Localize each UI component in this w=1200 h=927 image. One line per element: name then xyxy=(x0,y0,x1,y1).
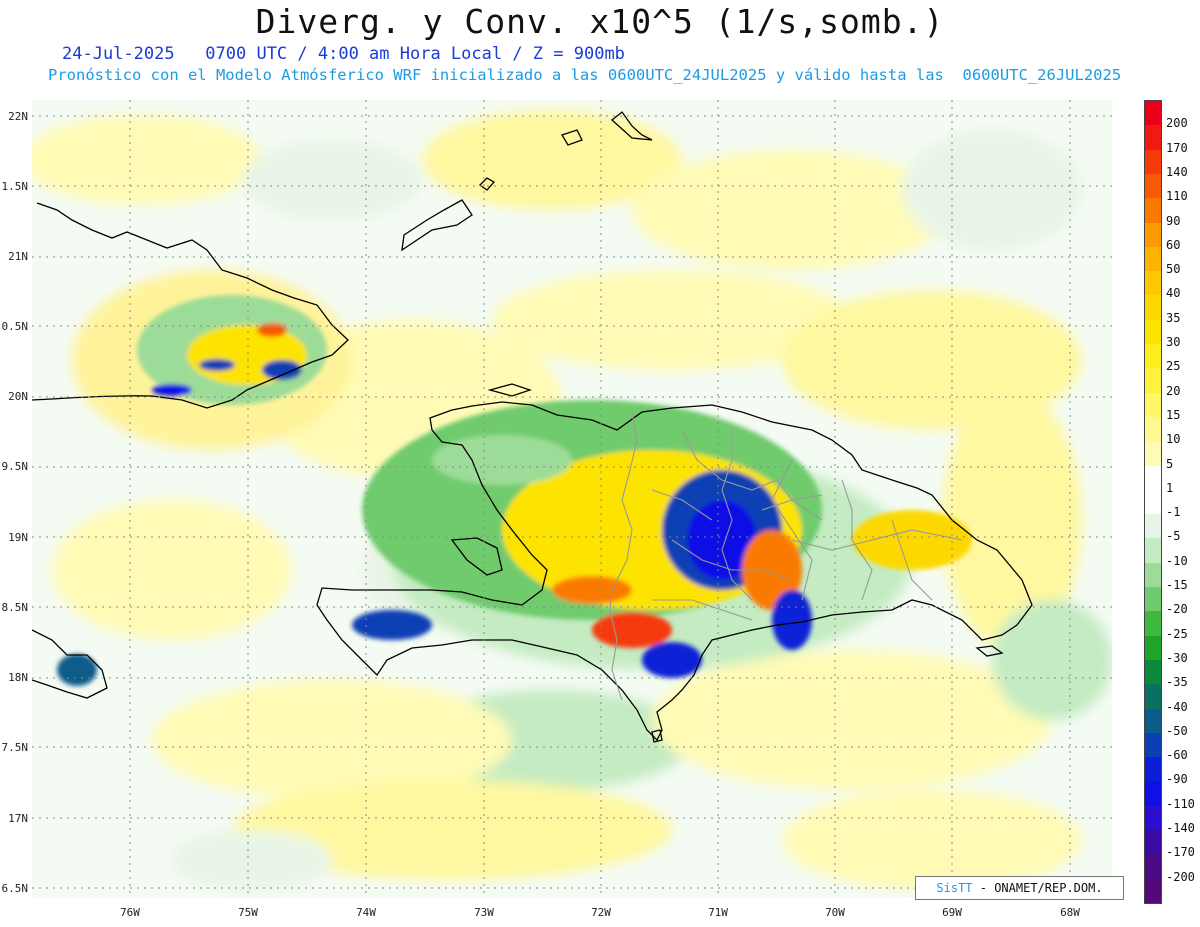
colorbar-label: 200 xyxy=(1166,116,1188,131)
colorbar-segment xyxy=(1145,538,1161,564)
lat-label: 7.5N xyxy=(1,741,29,754)
colorbar-segment xyxy=(1145,805,1161,831)
lat-label: 22N xyxy=(8,110,28,123)
credit-org: - ONAMET/REP.DOM. xyxy=(972,881,1103,895)
colorbar-label: -10 xyxy=(1166,553,1188,568)
colorbar-label: 50 xyxy=(1166,262,1181,277)
colorbar-segment xyxy=(1145,708,1161,734)
colorbar-segment xyxy=(1145,173,1161,199)
forecast-date-line: 24-Jul-2025 0700 UTC / 4:00 am Hora Loca… xyxy=(62,44,625,64)
colorbar-label: -140 xyxy=(1166,821,1195,836)
credit-box: SisTT - ONAMET/REP.DOM. xyxy=(915,876,1124,900)
colorbar-segment xyxy=(1145,101,1161,126)
colorbar-label: 25 xyxy=(1166,359,1181,374)
colorbar-label: -20 xyxy=(1166,602,1188,617)
lat-label: 9.5N xyxy=(1,460,29,473)
colorbar-segment xyxy=(1145,659,1161,685)
colorbar-label: -25 xyxy=(1166,626,1188,641)
colorbar-segment xyxy=(1145,198,1161,223)
colorbar-label: -5 xyxy=(1166,529,1181,544)
colorbar-segment xyxy=(1145,319,1161,345)
colorbar-label: 110 xyxy=(1166,189,1188,204)
colorbar-segment xyxy=(1145,441,1161,467)
colorbar-label: 40 xyxy=(1166,286,1181,301)
colorbar-label: -200 xyxy=(1166,869,1195,884)
colorbar-label: -50 xyxy=(1166,723,1188,738)
colorbar-label: -60 xyxy=(1166,748,1188,763)
lon-label: 70W xyxy=(825,906,845,919)
colorbar-segment xyxy=(1145,830,1161,855)
lon-label: 75W xyxy=(238,906,258,919)
colorbar-label: -30 xyxy=(1166,650,1188,665)
lat-label: 6.5N xyxy=(1,882,29,895)
lon-label: 68W xyxy=(1060,906,1080,919)
colorbar-segment xyxy=(1145,295,1161,321)
lat-label: 20N xyxy=(8,390,28,403)
lon-label: 76W xyxy=(120,906,140,919)
colorbar xyxy=(1144,100,1162,904)
colorbar-label: -40 xyxy=(1166,699,1188,714)
colorbar-segment xyxy=(1145,732,1161,758)
lat-label: 18N xyxy=(8,671,28,684)
colorbar-label: -110 xyxy=(1166,796,1195,811)
colorbar-segment xyxy=(1145,854,1161,880)
lat-label: 17N xyxy=(8,812,28,825)
lat-label: 1.5N xyxy=(1,180,29,193)
colorbar-label: -35 xyxy=(1166,675,1188,690)
colorbar-label: 90 xyxy=(1166,213,1181,228)
colorbar-label: 35 xyxy=(1166,310,1181,325)
colorbar-label: 5 xyxy=(1166,456,1174,471)
colorbar-segment xyxy=(1145,489,1161,515)
colorbar-segment xyxy=(1145,514,1161,539)
colorbar-label: 10 xyxy=(1166,432,1181,447)
colorbar-segment xyxy=(1145,344,1161,369)
colorbar-segment xyxy=(1145,562,1161,588)
colorbar-label: 15 xyxy=(1166,407,1181,422)
credit-brand: SisTT xyxy=(936,881,973,895)
colorbar-segment xyxy=(1145,781,1161,807)
colorbar-segment xyxy=(1145,271,1161,296)
lat-label: 21N xyxy=(8,250,28,263)
colorbar-segment xyxy=(1145,878,1161,904)
colorbar-segment xyxy=(1145,392,1161,418)
colorbar-label: -90 xyxy=(1166,772,1188,787)
lon-label: 69W xyxy=(942,906,962,919)
colorbar-label: 30 xyxy=(1166,335,1181,350)
colorbar-label: -1 xyxy=(1166,505,1181,520)
lat-label: 19N xyxy=(8,531,28,544)
colorbar-segment xyxy=(1145,587,1161,612)
map-panel xyxy=(32,100,1112,898)
map-svg xyxy=(32,100,1112,898)
colorbar-segment xyxy=(1145,416,1161,442)
colorbar-label: 60 xyxy=(1166,237,1181,252)
colorbar-segment xyxy=(1145,368,1161,394)
colorbar-segment xyxy=(1145,149,1161,175)
colorbar-segment xyxy=(1145,611,1161,637)
lon-label: 73W xyxy=(474,906,494,919)
colorbar-segment xyxy=(1145,125,1161,151)
colorbar-segment xyxy=(1145,246,1161,272)
colorbar-label: 170 xyxy=(1166,140,1188,155)
lon-label: 71W xyxy=(708,906,728,919)
colorbar-label: -170 xyxy=(1166,845,1195,860)
colorbar-segment xyxy=(1145,684,1161,710)
colorbar-label: 140 xyxy=(1166,164,1188,179)
colorbar-segment xyxy=(1145,465,1161,491)
colorbar-label: 20 xyxy=(1166,383,1181,398)
lat-label: 8.5N xyxy=(1,601,29,614)
colorbar-label: 1 xyxy=(1166,480,1174,495)
lat-label: 0.5N xyxy=(1,320,29,333)
lon-label: 74W xyxy=(356,906,376,919)
lon-label: 72W xyxy=(591,906,611,919)
colorbar-segment xyxy=(1145,757,1161,782)
colorbar-label: -15 xyxy=(1166,578,1188,593)
model-info-line: Pronóstico con el Modelo Atmósferico WRF… xyxy=(48,66,1122,84)
colorbar-segment xyxy=(1145,635,1161,661)
chart-title: Diverg. y Conv. x10^5 (1/s,somb.) xyxy=(255,2,945,41)
colorbar-segment xyxy=(1145,222,1161,248)
